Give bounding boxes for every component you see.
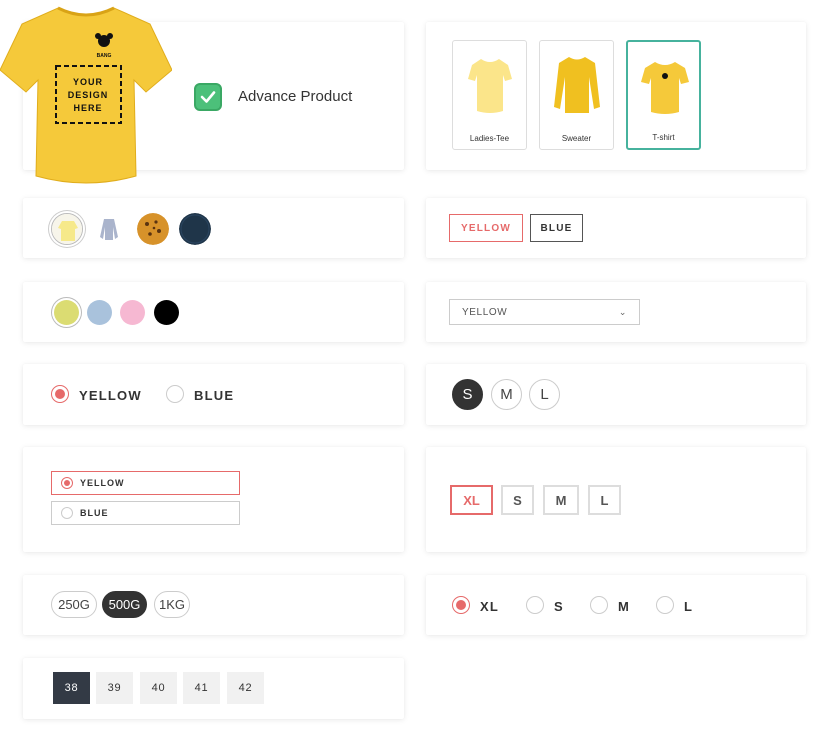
advance-product-checkbox[interactable] [194, 83, 222, 111]
checkmark-icon [200, 91, 216, 103]
radio-size-xl[interactable] [452, 596, 470, 614]
color-dot-4[interactable] [154, 300, 179, 325]
color-circle-card [23, 282, 404, 342]
size-circle-l[interactable]: L [529, 379, 560, 410]
radio-box-card [23, 447, 404, 552]
size-40[interactable]: 40 [140, 672, 177, 704]
pill-500g[interactable]: 500G [102, 591, 147, 618]
swatch-navy[interactable] [179, 213, 211, 245]
radio-blue[interactable] [166, 385, 184, 403]
pill-250g[interactable]: 250G [51, 591, 97, 618]
variant-sweater-label: Sweater [561, 134, 592, 143]
radio-box-yellow[interactable]: YELLOW [51, 471, 240, 495]
chevron-down-icon: ⌄ [618, 307, 627, 317]
advance-product-label: Advance Product [238, 88, 353, 105]
radio-box-blue-label: BLUE [80, 508, 109, 518]
size-42[interactable]: 42 [227, 672, 264, 704]
color-dropdown[interactable]: YELLOW ⌄ [449, 299, 640, 325]
swatch-cookie[interactable] [137, 213, 169, 245]
size-square-l[interactable]: L [588, 485, 621, 515]
radio-size-l-label: L [684, 599, 694, 614]
radio-size-s[interactable] [526, 596, 544, 614]
radio-box-yellow-label: YELLOW [80, 478, 125, 488]
svg-text:HERE: HERE [73, 103, 102, 113]
sweater-icon [554, 57, 600, 113]
swatch-blue-sweater[interactable] [93, 213, 125, 245]
radio-yellow-label: YELLOW [79, 388, 142, 403]
radio-size-l[interactable] [656, 596, 674, 614]
radio-box-blue-indicator [61, 507, 73, 519]
variant-tshirt[interactable]: T-shirt [626, 40, 701, 150]
size-circle-s[interactable]: S [452, 379, 483, 410]
ladies-tee-icon [468, 59, 512, 113]
radio-size-xl-label: XL [480, 599, 500, 614]
variant-ladies-tee[interactable]: Ladies-Tee [452, 40, 527, 150]
button-swatch-blue[interactable]: BLUE [530, 214, 583, 242]
size-square-m[interactable]: M [543, 485, 579, 515]
pill-1kg[interactable]: 1KG [154, 591, 190, 618]
size-39[interactable]: 39 [96, 672, 133, 704]
radio-size-m[interactable] [590, 596, 608, 614]
variant-tshirt-label: T-shirt [652, 133, 675, 142]
size-41[interactable]: 41 [183, 672, 220, 704]
radio-box-yellow-indicator [61, 477, 73, 489]
tshirt-icon [641, 62, 689, 114]
radio-size-s-label: S [554, 599, 564, 614]
size-38[interactable]: 38 [53, 672, 90, 704]
size-circle-m[interactable]: M [491, 379, 522, 410]
color-dot-1[interactable] [54, 300, 79, 325]
swatch-yellow-tee[interactable] [51, 213, 83, 245]
button-swatch-yellow[interactable]: YELLOW [449, 214, 523, 242]
tshirt-product-image: YOUR DESIGN HERE BANG [0, 6, 172, 184]
variant-sweater[interactable]: Sweater [539, 40, 614, 150]
color-dropdown-value: YELLOW [462, 306, 508, 318]
size-square-s[interactable]: S [501, 485, 534, 515]
size-circle-card [426, 364, 806, 425]
svg-text:BANG: BANG [97, 53, 112, 59]
radio-size-m-label: M [618, 599, 631, 614]
svg-text:DESIGN: DESIGN [68, 90, 109, 100]
color-dot-2[interactable] [87, 300, 112, 325]
color-dot-3[interactable] [120, 300, 145, 325]
radio-yellow[interactable] [51, 385, 69, 403]
radio-blue-label: BLUE [194, 388, 235, 403]
size-square-xl[interactable]: XL [450, 485, 493, 515]
svg-text:YOUR: YOUR [73, 77, 103, 87]
radio-box-blue[interactable]: BLUE [51, 501, 240, 525]
variant-ladies-tee-label: Ladies-Tee [469, 134, 510, 143]
